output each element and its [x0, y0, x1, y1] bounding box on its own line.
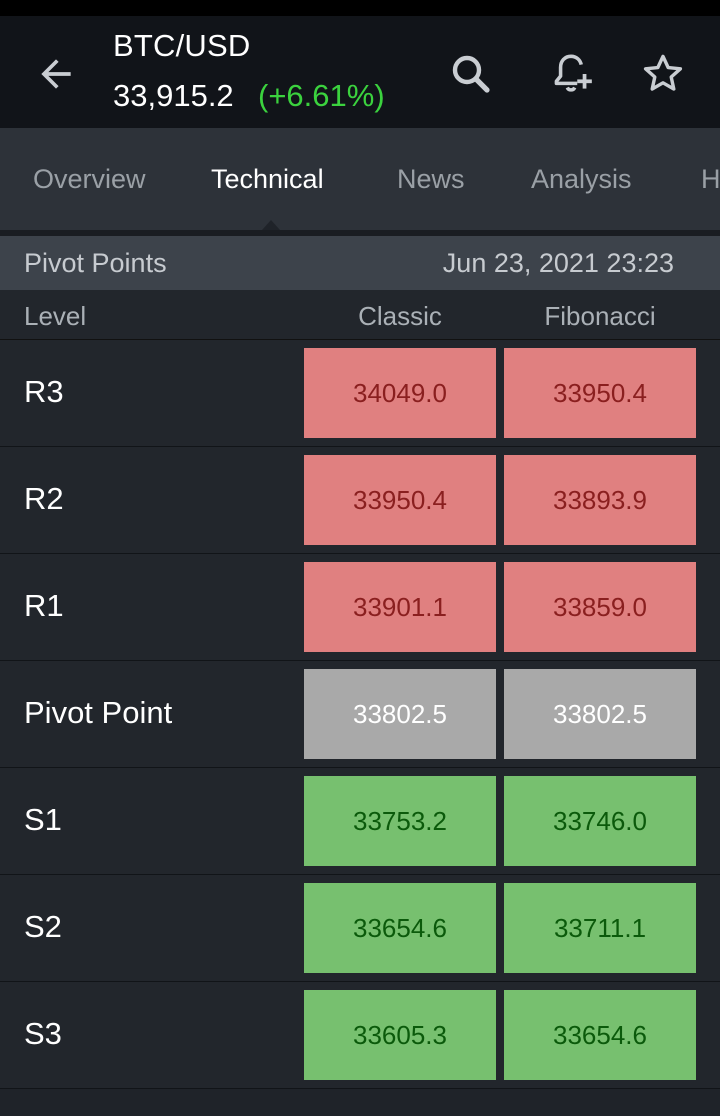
add-alert-bell-icon — [554, 54, 592, 92]
fibonacci-value: 33746.0 — [504, 776, 696, 866]
active-tab-indicator — [262, 220, 280, 230]
classic-value: 33950.4 — [304, 455, 496, 545]
tab-news[interactable]: News — [397, 164, 465, 195]
column-header-classic: Classic — [358, 301, 442, 331]
table-row: R3 34049.0 33950.4 — [0, 340, 720, 447]
column-header-level: Level — [24, 301, 87, 331]
app-header: BTC/USD 33,915.2 (+6.61%) — [0, 16, 720, 128]
table-row: R2 33950.4 33893.9 — [0, 447, 720, 554]
classic-value: 34049.0 — [304, 348, 496, 438]
classic-value: 33901.1 — [304, 562, 496, 652]
table-row: S1 33753.2 33746.0 — [0, 768, 720, 875]
classic-value: 33802.5 — [304, 669, 496, 759]
level-label: Pivot Point — [24, 695, 173, 730]
fibonacci-value: 33893.9 — [504, 455, 696, 545]
watchlist-star-button[interactable] — [635, 46, 691, 102]
classic-value: 33605.3 — [304, 990, 496, 1080]
fibonacci-value: 33654.6 — [504, 990, 696, 1080]
table-row: Pivot Point 33802.5 33802.5 — [0, 661, 720, 768]
level-label: R1 — [24, 588, 64, 623]
level-label: S1 — [24, 802, 62, 837]
section-title: Pivot Points — [24, 248, 167, 278]
classic-value: 33753.2 — [304, 776, 496, 866]
status-bar — [0, 0, 720, 16]
level-label: R2 — [24, 481, 64, 516]
table-header: Level Classic Fibonacci — [0, 290, 720, 340]
current-price: 33,915.2 — [113, 78, 234, 113]
table-row: S2 33654.6 33711.1 — [0, 875, 720, 982]
tab-bar: Overview Technical News Analysis H — [0, 128, 720, 230]
table-row: R1 33901.1 33859.0 — [0, 554, 720, 661]
star-icon — [643, 54, 683, 91]
fibonacci-value: 33950.4 — [504, 348, 696, 438]
section-timestamp: Jun 23, 2021 23:23 — [442, 248, 674, 278]
fibonacci-value: 33711.1 — [504, 883, 696, 973]
back-button[interactable] — [30, 48, 82, 100]
back-arrow-icon — [41, 59, 71, 89]
tab-more[interactable]: H — [701, 164, 720, 195]
tab-analysis[interactable]: Analysis — [531, 164, 632, 195]
instrument-title: BTC/USD — [113, 28, 251, 63]
column-header-fibonacci: Fibonacci — [544, 301, 656, 331]
pivot-points-header: Pivot Points Jun 23, 2021 23:23 — [0, 236, 720, 290]
search-icon — [452, 55, 490, 93]
level-label: R3 — [24, 374, 64, 409]
level-label: S2 — [24, 909, 62, 944]
classic-value: 33654.6 — [304, 883, 496, 973]
tab-technical[interactable]: Technical — [211, 164, 324, 195]
fibonacci-value: 33802.5 — [504, 669, 696, 759]
search-button[interactable] — [443, 46, 499, 102]
fibonacci-value: 33859.0 — [504, 562, 696, 652]
add-alert-button[interactable] — [543, 46, 599, 102]
level-label: S3 — [24, 1016, 62, 1051]
tab-overview[interactable]: Overview — [33, 164, 146, 195]
price-change: (+6.61%) — [258, 78, 385, 113]
table-row: S3 33605.3 33654.6 — [0, 982, 720, 1089]
